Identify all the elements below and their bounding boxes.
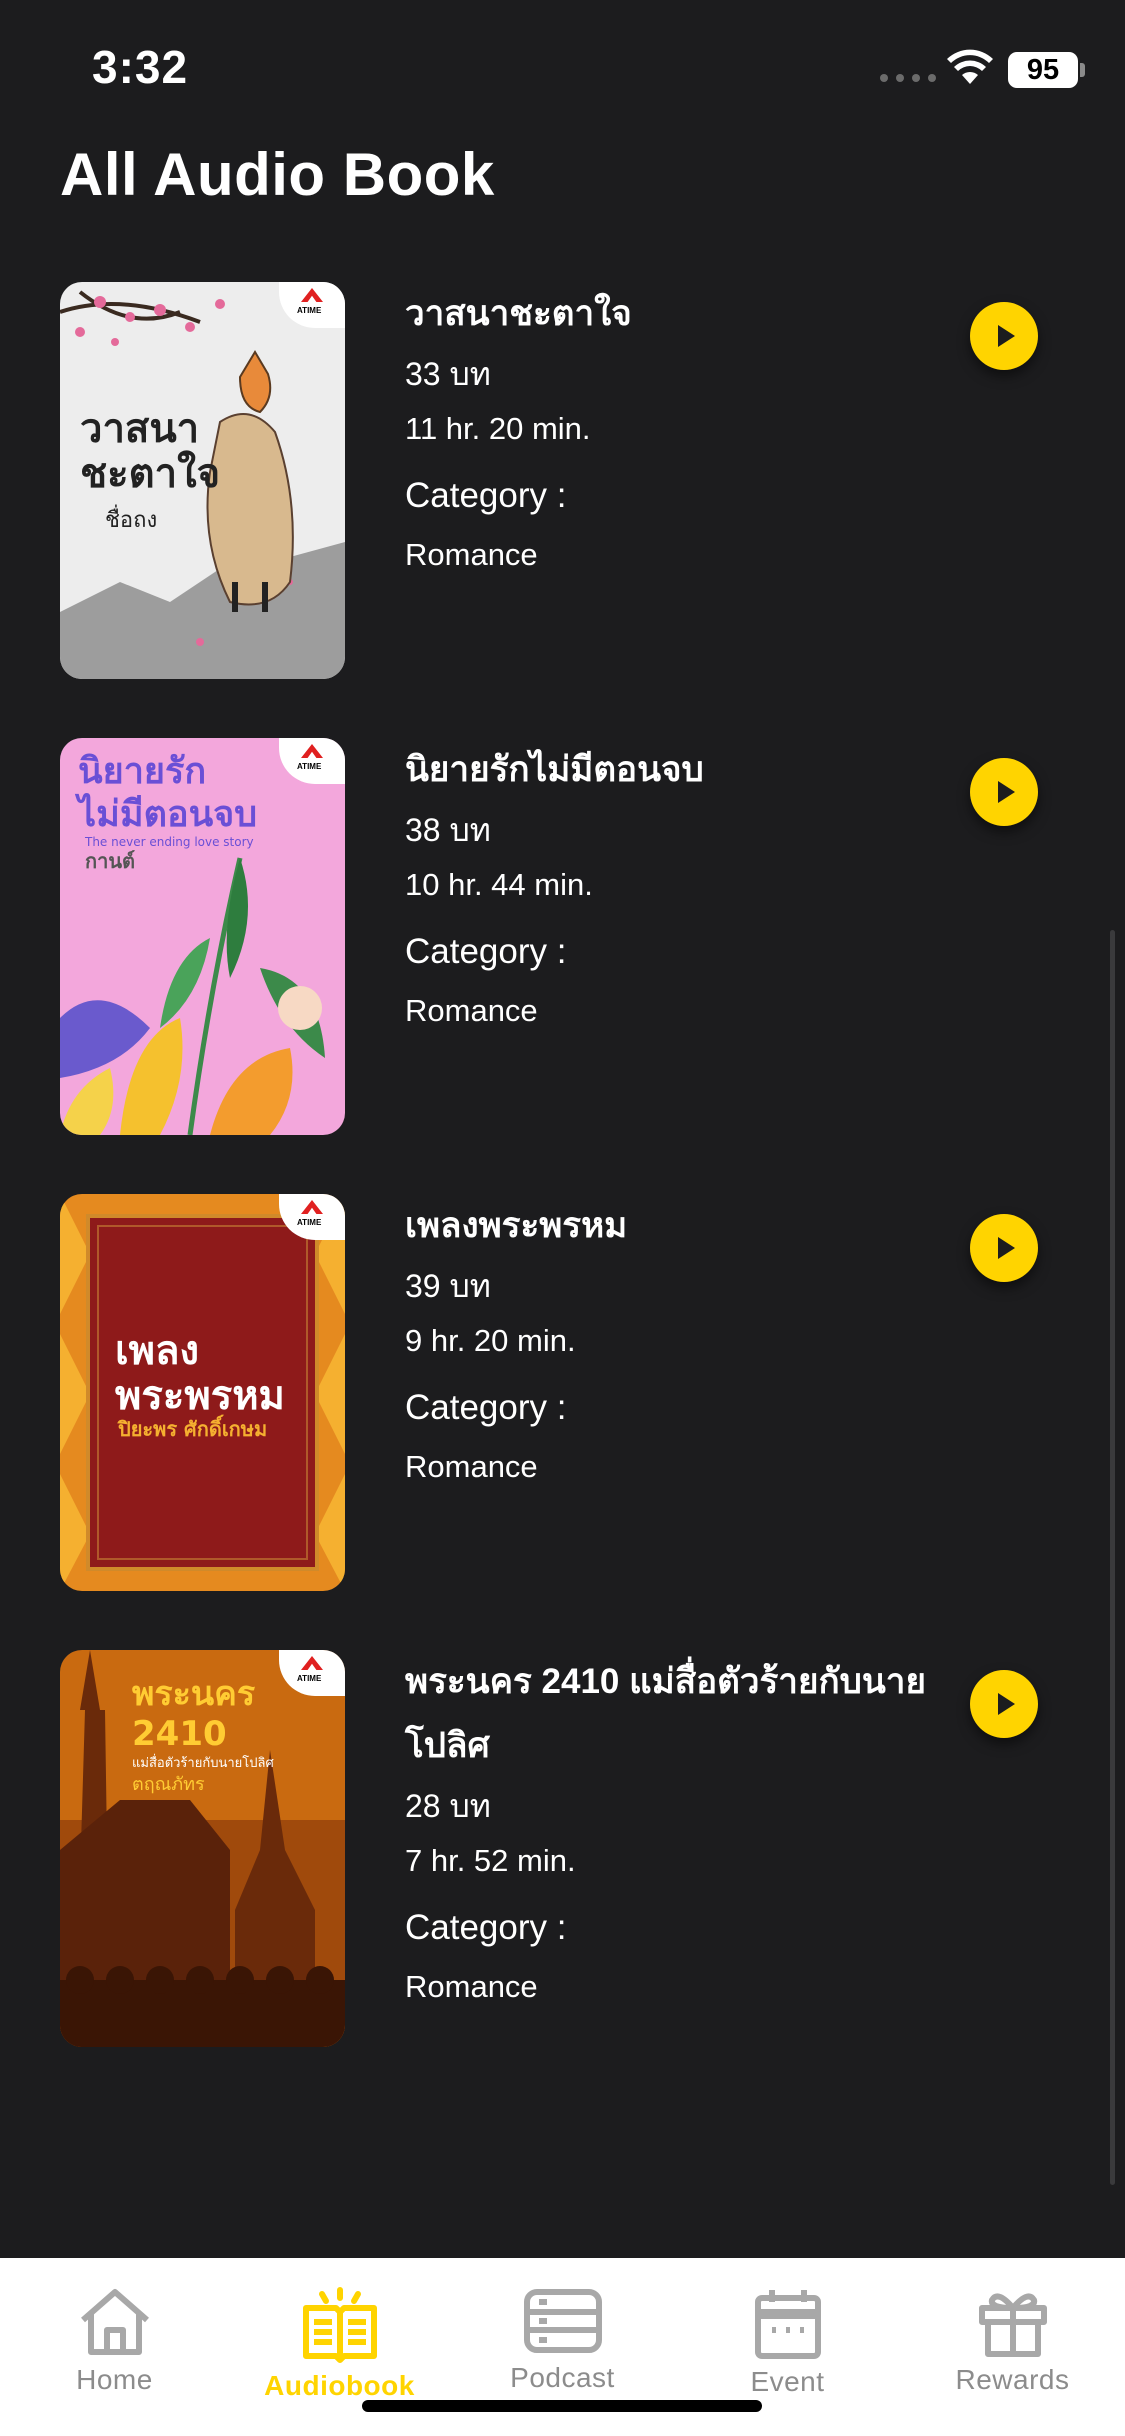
cover-art: พระนคร 2410 แม่สื่อตัวร้ายกับนายโปลิศ ตฤ… [60,1650,345,2047]
cover-author: กานต์ [85,849,135,873]
cellular-signal-icon [880,74,936,82]
book-item[interactable]: พระนคร 2410 แม่สื่อตัวร้ายกับนายโปลิศ ตฤ… [60,1650,1070,2070]
book-info: วาสนาชะตาใจ 33 บท 11 hr. 20 min. Categor… [405,282,965,584]
status-bar: 3:32 95 [0,0,1125,136]
category-value: Romance [405,537,538,572]
book-title: นิยายรักไม่มีตอนจบ [405,750,704,789]
cover-art: นิยายรัก ไม่มีตอนจบ The never ending lov… [60,738,345,1135]
play-icon [998,781,1015,803]
book-duration: 9 hr. 20 min. [405,1323,576,1358]
tab-label: Home [76,2364,153,2395]
podcast-icon [523,2289,602,2353]
play-button[interactable] [970,302,1038,370]
category-label: Category : [405,1908,567,1947]
cover-title-line: ไม่มีตอนจบ [74,792,257,835]
home-indicator [362,2400,762,2412]
book-cover[interactable]: นิยายรัก ไม่มีตอนจบ The never ending lov… [60,738,345,1135]
book-item[interactable]: วาสนา ชะตาใจ ชื่อถง ATIME วาสนาชะตาใจ 33… [60,282,1070,682]
book-title: วาสนาชะตาใจ [405,294,632,333]
cover-title-line: 2410 [132,1714,227,1754]
atime-badge-label: ATIME [297,306,322,315]
play-icon [998,325,1015,347]
battery-level: 95 [1026,53,1060,86]
book-info: นิยายรักไม่มีตอนจบ 38 บท 10 hr. 44 min. … [405,738,965,1040]
cover-art: เพลง พระพรหม ปิยะพร ศักดิ์เกษม [60,1194,345,1591]
tab-rewards[interactable]: Rewards [900,2258,1125,2436]
battery-icon: 95 [1008,52,1078,88]
category-value: Romance [405,993,538,1028]
tab-home[interactable]: Home [2,2258,227,2436]
book-chapters: 28 บท [405,1788,491,1824]
book-item[interactable]: เพลง พระพรหม ปิยะพร ศักดิ์เกษม ATIME เพล… [60,1194,1070,1594]
home-icon [80,2289,149,2355]
cover-art: วาสนา ชะตาใจ ชื่อถง [60,282,345,679]
audiobook-icon [302,2287,377,2363]
tab-label: Event [750,2366,825,2397]
book-chapters: 38 บท [405,812,491,848]
cover-title-line: พระนคร [132,1674,256,1714]
play-icon [998,1693,1015,1715]
play-icon [998,1237,1015,1259]
book-cover[interactable]: พระนคร 2410 แม่สื่อตัวร้ายกับนายโปลิศ ตฤ… [60,1650,345,2047]
cover-subtitle: แม่สื่อตัวร้ายกับนายโปลิศ [132,1754,274,1771]
book-item[interactable]: นิยายรัก ไม่มีตอนจบ The never ending lov… [60,738,1070,1138]
status-time: 3:32 [92,41,189,93]
event-icon [754,2290,821,2359]
book-chapters: 33 บท [405,356,491,392]
category-label: Category : [405,932,567,971]
book-title: เพลงพระพรหม [405,1206,628,1245]
category-label: Category : [405,476,567,515]
play-button[interactable] [970,758,1038,826]
category-value: Romance [405,1969,538,2004]
book-duration: 11 hr. 20 min. [405,411,591,446]
cover-title-line: ชะตาใจ [80,450,220,497]
tab-label: Rewards [955,2364,1070,2395]
book-duration: 7 hr. 52 min. [405,1843,576,1878]
book-info: พระนคร 2410 แม่สื่อตัวร้ายกับนายโปลิศ 28… [405,1650,965,2016]
cover-title-line: เพลง [115,1328,199,1374]
atime-badge-label: ATIME [297,762,322,771]
book-cover[interactable]: เพลง พระพรหม ปิยะพร ศักดิ์เกษม ATIME [60,1194,345,1591]
cover-title-line: พระพรหม [115,1373,285,1419]
book-title: พระนคร 2410 แม่สื่อตัวร้ายกับนายโปลิศ [405,1662,926,1765]
battery-nub [1080,63,1085,77]
atime-badge-label: ATIME [297,1218,322,1227]
play-button[interactable] [970,1670,1038,1738]
cover-author: ชื่อถง [105,504,157,533]
cover-title-line: วาสนา [80,406,199,452]
cover-title-line: นิยายรัก [78,751,206,792]
cover-subtitle: The never ending love story [84,835,254,849]
rewards-icon [978,2293,1047,2357]
scrollbar[interactable] [1110,930,1115,2185]
cover-author: ตฤณภัทร [132,1774,205,1795]
book-duration: 10 hr. 44 min. [405,867,593,902]
book-info: เพลงพระพรหม 39 บท 9 hr. 20 min. Category… [405,1194,965,1496]
category-value: Romance [405,1449,538,1484]
book-cover[interactable]: วาสนา ชะตาใจ ชื่อถง ATIME [60,282,345,679]
atime-badge-label: ATIME [297,1674,322,1683]
wifi-icon [947,49,993,84]
book-chapters: 39 บท [405,1268,491,1304]
page-title: All Audio Book [60,141,495,208]
play-button[interactable] [970,1214,1038,1282]
category-label: Category : [405,1388,567,1427]
cover-author: ปิยะพร ศักดิ์เกษม [117,1414,267,1441]
tab-label: Audiobook [264,2370,415,2401]
tab-label: Podcast [510,2362,615,2393]
